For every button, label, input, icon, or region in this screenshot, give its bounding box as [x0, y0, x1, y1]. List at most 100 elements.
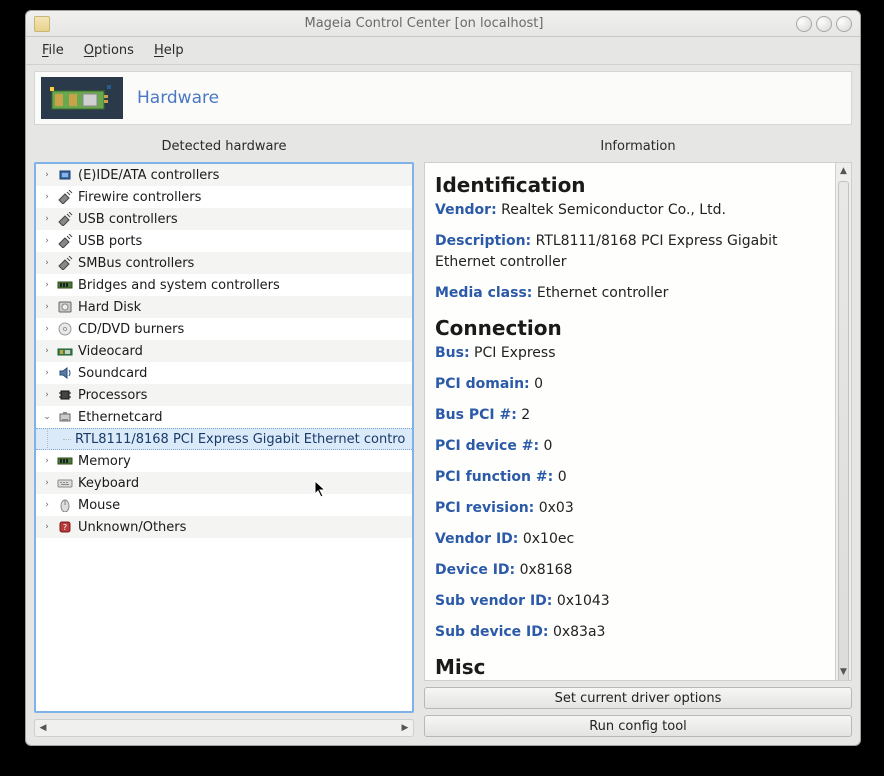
expand-icon[interactable]: ›: [40, 256, 54, 270]
menu-options[interactable]: Options: [74, 39, 144, 62]
set-driver-options-button[interactable]: Set current driver options: [424, 687, 852, 709]
titlebar[interactable]: Mageia Control Center [on localhost]: [26, 11, 860, 37]
tree-item[interactable]: ⌄ Ethernetcard: [36, 406, 412, 428]
vendor-id-label: Vendor ID:: [435, 531, 518, 547]
maximize-button[interactable]: [816, 16, 832, 32]
scroll-left-icon[interactable]: ◀: [35, 721, 51, 735]
expand-icon[interactable]: ›: [40, 344, 54, 358]
expand-icon[interactable]: ›: [40, 322, 54, 336]
header: Hardware: [34, 71, 852, 125]
tree-item-label: (E)IDE/ATA controllers: [78, 168, 219, 183]
tree-item[interactable]: › Keyboard: [36, 472, 412, 494]
tree-item[interactable]: ›USB ports: [36, 230, 412, 252]
expand-icon[interactable]: ›: [40, 498, 54, 512]
expand-icon[interactable]: ›: [40, 520, 54, 534]
expand-icon[interactable]: ›: [40, 212, 54, 226]
menu-help[interactable]: Help: [144, 39, 194, 62]
tree-item-label: Keyboard: [78, 476, 139, 491]
tree-item-label: Hard Disk: [78, 300, 141, 315]
scroll-thumb[interactable]: [838, 181, 849, 681]
scroll-up-icon[interactable]: ▲: [836, 163, 851, 179]
tree-item[interactable]: ›Mouse: [36, 494, 412, 516]
sub-device-id-value: 0x83a3: [553, 624, 606, 640]
svg-text:?: ?: [63, 523, 67, 532]
vendor-label: Vendor:: [435, 202, 497, 218]
horizontal-scrollbar[interactable]: ◀ ▶: [34, 719, 414, 737]
pci-revision-label: PCI revision:: [435, 500, 534, 516]
minimize-button[interactable]: [796, 16, 812, 32]
expand-icon[interactable]: ›: [40, 278, 54, 292]
tree-item-label: CD/DVD burners: [78, 322, 184, 337]
right-panel: Information Identification Vendor: Realt…: [424, 133, 852, 737]
tree-item-label: Firewire controllers: [78, 190, 201, 205]
app-window: Mageia Control Center [on localhost] Fil…: [25, 10, 861, 746]
vendor-id-value: 0x10ec: [523, 531, 574, 547]
close-button[interactable]: [836, 16, 852, 32]
tree-item-label: Soundcard: [78, 366, 147, 381]
chip-icon: [56, 167, 74, 183]
tree-item[interactable]: ›Bridges and system controllers: [36, 274, 412, 296]
plug-icon: [56, 233, 74, 249]
media-class-value: Ethernet controller: [537, 285, 669, 301]
tree-item[interactable]: ›?Unknown/Others: [36, 516, 412, 538]
tree-item-child[interactable]: RTL8111/8168 PCI Express Gigabit Etherne…: [36, 428, 412, 450]
expand-icon[interactable]: ›: [40, 454, 54, 468]
tree-item-label: Processors: [78, 388, 147, 403]
left-panel: Detected hardware › (E)IDE/ATA controller…: [34, 133, 414, 737]
expand-icon[interactable]: ›: [40, 234, 54, 248]
ram-icon: [56, 277, 74, 293]
tree-branch-icon: [47, 428, 61, 450]
cpu-icon: [56, 387, 74, 403]
run-config-tool-button[interactable]: Run config tool: [424, 715, 852, 737]
tree-item[interactable]: › Firewire controllers: [36, 186, 412, 208]
disc-icon: [56, 321, 74, 337]
kbd-icon: [56, 475, 74, 491]
tree-item[interactable]: ›Memory: [36, 450, 412, 472]
pci-function-label: PCI function #:: [435, 469, 553, 485]
tree-item-label: SMBus controllers: [78, 256, 194, 271]
vertical-scrollbar[interactable]: ▲ ▼: [835, 163, 851, 680]
bus-pci-label: Bus PCI #:: [435, 407, 517, 423]
scroll-right-icon[interactable]: ▶: [397, 721, 413, 735]
expand-icon[interactable]: ›: [40, 388, 54, 402]
tree-item[interactable]: › Hard Disk: [36, 296, 412, 318]
info-pane: Identification Vendor: Realtek Semicondu…: [424, 162, 852, 681]
expand-icon[interactable]: ›: [40, 476, 54, 490]
collapse-icon[interactable]: ⌄: [40, 410, 54, 424]
tree-item-label: Ethernetcard: [78, 410, 162, 425]
sub-device-id-label: Sub device ID:: [435, 624, 548, 640]
tree-item[interactable]: › USB controllers: [36, 208, 412, 230]
vendor-value: Realtek Semiconductor Co., Ltd.: [501, 202, 726, 218]
tree-item[interactable]: › (E)IDE/ATA controllers: [36, 164, 412, 186]
card-icon: [56, 343, 74, 359]
unknown-icon: ?: [56, 519, 74, 535]
tree-item[interactable]: › SMBus controllers: [36, 252, 412, 274]
body: Detected hardware › (E)IDE/ATA controller…: [26, 125, 860, 745]
sub-vendor-id-value: 0x1043: [557, 593, 610, 609]
tree-item[interactable]: › CD/DVD burners: [36, 318, 412, 340]
mouse-icon: [56, 497, 74, 513]
sub-vendor-id-label: Sub vendor ID:: [435, 593, 552, 609]
tree-item-label: USB controllers: [78, 212, 178, 227]
tree-item[interactable]: › Videocard: [36, 340, 412, 362]
expand-icon[interactable]: ›: [40, 366, 54, 380]
tree-item[interactable]: › Processors: [36, 384, 412, 406]
bus-value: PCI Express: [474, 345, 555, 361]
expand-icon[interactable]: ›: [40, 168, 54, 182]
hdd-icon: [56, 299, 74, 315]
expand-icon[interactable]: ›: [40, 190, 54, 204]
app-icon: [34, 16, 50, 32]
menu-file[interactable]: File: [32, 39, 74, 62]
window-title: Mageia Control Center [on localhost]: [56, 16, 792, 31]
pci-revision-value: 0x03: [539, 500, 574, 516]
device-id-label: Device ID:: [435, 562, 515, 578]
tree-item[interactable]: › Soundcard: [36, 362, 412, 384]
tree-item-label: Videocard: [78, 344, 143, 359]
scroll-down-icon[interactable]: ▼: [836, 664, 851, 680]
ram-icon: [56, 453, 74, 469]
left-panel-title: Detected hardware: [34, 133, 414, 162]
expand-icon[interactable]: ›: [40, 300, 54, 314]
hardware-tree[interactable]: › (E)IDE/ATA controllers › Firewire control…: [34, 162, 414, 713]
device-id-value: 0x8168: [520, 562, 573, 578]
pci-domain-label: PCI domain:: [435, 376, 530, 392]
